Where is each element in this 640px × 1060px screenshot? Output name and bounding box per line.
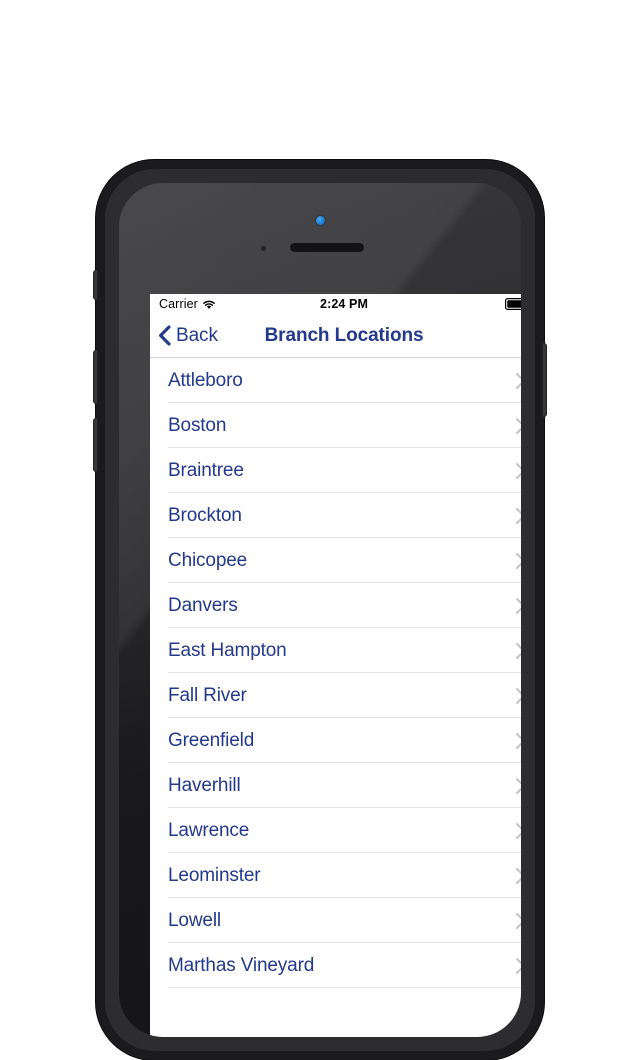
back-button-label: Back [176,324,218,346]
chevron-right-icon [516,732,521,749]
chevron-right-icon [516,507,521,524]
list-item[interactable]: East Hampton [150,628,521,673]
chevron-right-icon [516,462,521,479]
list-item-label: Fall River [168,684,247,706]
volume-down-button[interactable] [93,418,98,472]
list-item[interactable]: Chicopee [150,538,521,583]
chevron-right-icon [516,642,521,659]
list-item[interactable]: Haverhill [150,763,521,808]
phone-device: Carrier 2:24 PM Back Branch Locations At… [93,160,547,1060]
list-item-label: Greenfield [168,729,255,751]
list-item-label: Boston [168,414,227,436]
chevron-right-icon [516,867,521,884]
list-item-label: Danvers [168,594,238,616]
list-item[interactable]: Leominster [150,853,521,898]
status-bar: Carrier 2:24 PM [150,294,521,314]
list-item[interactable]: Marthas Vineyard [150,943,521,988]
list-item[interactable]: Brockton [150,493,521,538]
chevron-left-icon [159,325,171,346]
chevron-right-icon [516,687,521,704]
list-item-label: Marthas Vineyard [168,954,315,976]
phone-screen: Carrier 2:24 PM Back Branch Locations At… [150,294,521,1037]
speaker-icon [290,243,364,252]
silent-switch[interactable] [93,270,98,300]
list-item[interactable]: Lowell [150,898,521,943]
list-item[interactable]: Fall River [150,673,521,718]
list-item-label: Brockton [168,504,242,526]
list-item-label: Lowell [168,909,221,931]
list-item[interactable]: Greenfield [150,718,521,763]
list-item[interactable]: Boston [150,403,521,448]
navigation-bar: Back Branch Locations [150,314,521,358]
phone-bezel: Carrier 2:24 PM Back Branch Locations At… [105,169,535,1051]
chevron-right-icon [516,372,521,389]
list-item-label: East Hampton [168,639,287,661]
chevron-right-icon [516,912,521,929]
list-item-label: Lawrence [168,819,250,841]
chevron-right-icon [516,777,521,794]
list-item[interactable]: Attleboro [150,358,521,403]
power-button[interactable] [542,343,547,417]
list-item-label: Attleboro [168,369,243,391]
chevron-right-icon [516,552,521,569]
chevron-right-icon [516,957,521,974]
list-item[interactable]: Danvers [150,583,521,628]
chevron-right-icon [516,597,521,614]
camera-icon [315,216,325,225]
list-item-label: Chicopee [168,549,248,571]
chevron-right-icon [516,822,521,839]
proximity-sensor-icon [261,246,266,251]
list-item-label: Haverhill [168,774,241,796]
list-item[interactable]: Lawrence [150,808,521,853]
branch-locations-list: Attleboro Boston Braintree Brockton Chicopee… [150,358,521,988]
list-item[interactable]: Braintree [150,448,521,493]
list-item-label: Braintree [168,459,244,481]
volume-up-button[interactable] [93,350,98,404]
back-button[interactable]: Back [150,325,218,347]
list-item-label: Leominster [168,864,261,886]
chevron-right-icon [516,417,521,434]
status-bar-time: 2:24 PM [320,297,368,311]
phone-front-glass: Carrier 2:24 PM Back Branch Locations At… [119,183,521,1037]
